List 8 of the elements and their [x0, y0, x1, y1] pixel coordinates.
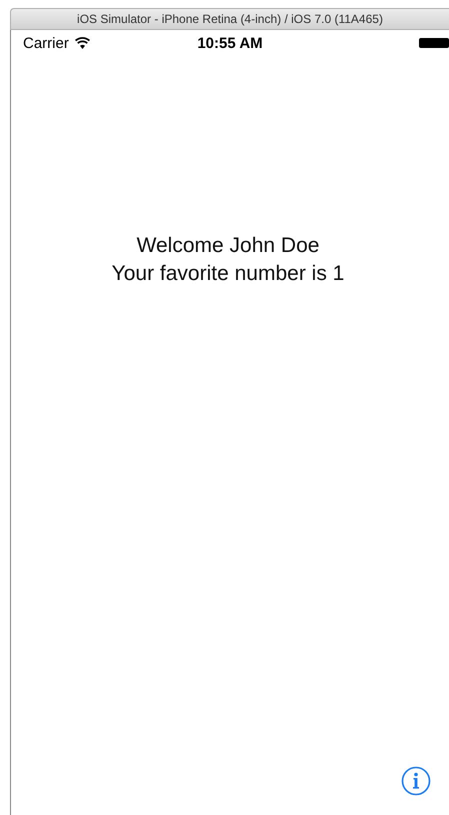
- wifi-icon: [74, 37, 90, 49]
- info-button[interactable]: [401, 766, 431, 796]
- message-text: Welcome John Doe: [136, 233, 320, 259]
- window-title: iOS Simulator - iPhone Retina (4-inch) / iOS 7.0 (11A465): [10, 8, 449, 30]
- battery-icon: [419, 38, 449, 48]
- status-time: 10:55 AM: [197, 34, 263, 52]
- message-text: Your favorite number is 1: [112, 261, 344, 287]
- carrier-label: Carrier: [23, 34, 69, 52]
